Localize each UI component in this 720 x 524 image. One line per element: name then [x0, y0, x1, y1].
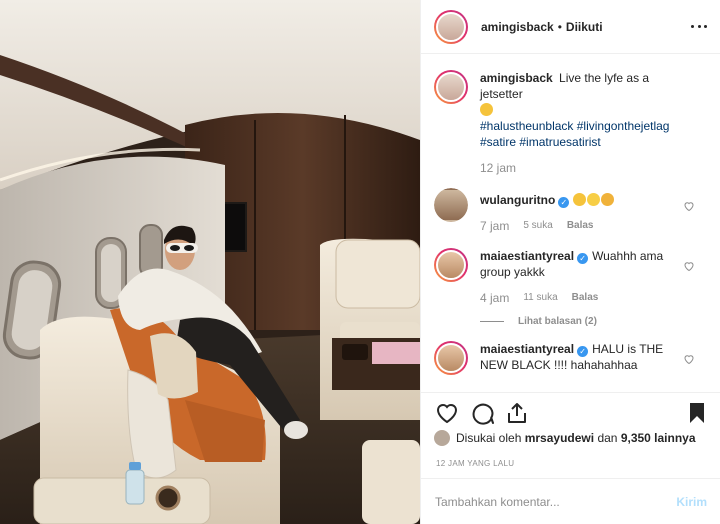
post-side-panel: amingisback • Diikuti amingisback Live t…: [420, 0, 720, 524]
comment-time[interactable]: 4 jam: [480, 290, 509, 306]
liker-avatar[interactable]: [434, 430, 450, 446]
comment-likes[interactable]: 11 suka: [523, 290, 557, 306]
like-heart-icon[interactable]: [435, 401, 459, 425]
comment-bubble-icon[interactable]: [471, 401, 495, 425]
view-replies-label[interactable]: Lihat balasan (2): [518, 316, 597, 327]
add-comment-bar: Kirim: [421, 478, 720, 524]
replies-divider: [480, 321, 504, 322]
comment-likes[interactable]: 5 suka: [523, 218, 552, 234]
like-comment-heart-icon[interactable]: [683, 353, 695, 365]
caption-hashtags-line-2[interactable]: #satire #imatruesatirist: [480, 135, 601, 149]
comment-time[interactable]: 7 jam: [480, 218, 509, 234]
follow-status-button[interactable]: Diikuti: [566, 20, 603, 34]
author-username[interactable]: amingisback: [481, 20, 554, 34]
tired-face-emoji: [480, 103, 493, 116]
share-icon[interactable]: [505, 401, 529, 425]
post-timestamp[interactable]: 12 JAM YANG LALU: [436, 459, 514, 468]
comment-input[interactable]: [435, 494, 677, 509]
header-separator: •: [557, 19, 562, 34]
commenter-avatar[interactable]: [434, 248, 468, 282]
likes-others-count[interactable]: 9,350 lainnya: [621, 431, 696, 445]
comment-username[interactable]: maiaestiantyreal: [480, 342, 574, 356]
caption-row: amingisback Live the lyfe as a jetsetter…: [434, 70, 707, 176]
post-comment-button[interactable]: Kirim: [676, 495, 707, 509]
like-comment-heart-icon[interactable]: [683, 200, 695, 212]
likes-prefix: Disukai oleh: [456, 431, 522, 445]
verified-badge-icon: ✓: [577, 346, 589, 357]
comments-list[interactable]: amingisback Live the lyfe as a jetsetter…: [421, 55, 720, 391]
commenter-avatar[interactable]: [434, 188, 468, 222]
verified-badge-icon: ✓: [558, 197, 570, 208]
comment-row: maiaestiantyreal ✓ Wuahhh ama group yakkk …: [434, 248, 707, 306]
caption-hashtags-line-1[interactable]: #halustheunblack #livingonthejetlag: [480, 119, 669, 133]
post-actions-bar: [421, 392, 720, 428]
joy-emoji: [587, 193, 601, 206]
comment-username[interactable]: wulanguritno: [480, 193, 555, 207]
caption-author-avatar[interactable]: [434, 70, 468, 104]
author-avatar[interactable]: [434, 9, 468, 44]
comment-row: wulanguritno ✓ 7 jam 5 suka Balas: [434, 188, 707, 234]
commenter-avatar[interactable]: [434, 341, 468, 375]
post-header: amingisback • Diikuti: [421, 0, 720, 54]
jet-interior-illustration: [0, 0, 420, 524]
liker-username[interactable]: mrsayudewi: [525, 431, 594, 445]
likes-joiner: dan: [597, 431, 618, 445]
likes-summary: Disukai oleh mrsayudewi dan 9,350 lainny…: [434, 430, 696, 446]
more-options-icon[interactable]: [691, 18, 707, 34]
raising-hands-emoji: [573, 193, 587, 206]
caption-time[interactable]: 12 jam: [480, 160, 516, 176]
clapping-emoji: [601, 193, 615, 206]
comment-username[interactable]: maiaestiantyreal: [480, 249, 574, 263]
verified-badge-icon: ✓: [577, 253, 589, 264]
like-comment-heart-icon[interactable]: [683, 260, 695, 272]
post-photo[interactable]: [0, 0, 420, 524]
reply-button[interactable]: Balas: [567, 218, 594, 234]
view-replies-link[interactable]: Lihat balasan (2): [480, 316, 707, 327]
save-bookmark-icon[interactable]: [685, 401, 709, 425]
reply-button[interactable]: Balas: [572, 290, 599, 306]
caption-username[interactable]: amingisback: [480, 71, 553, 85]
comment-row: maiaestiantyreal ✓ HALU is THE NEW BLACK !…: [434, 341, 707, 375]
